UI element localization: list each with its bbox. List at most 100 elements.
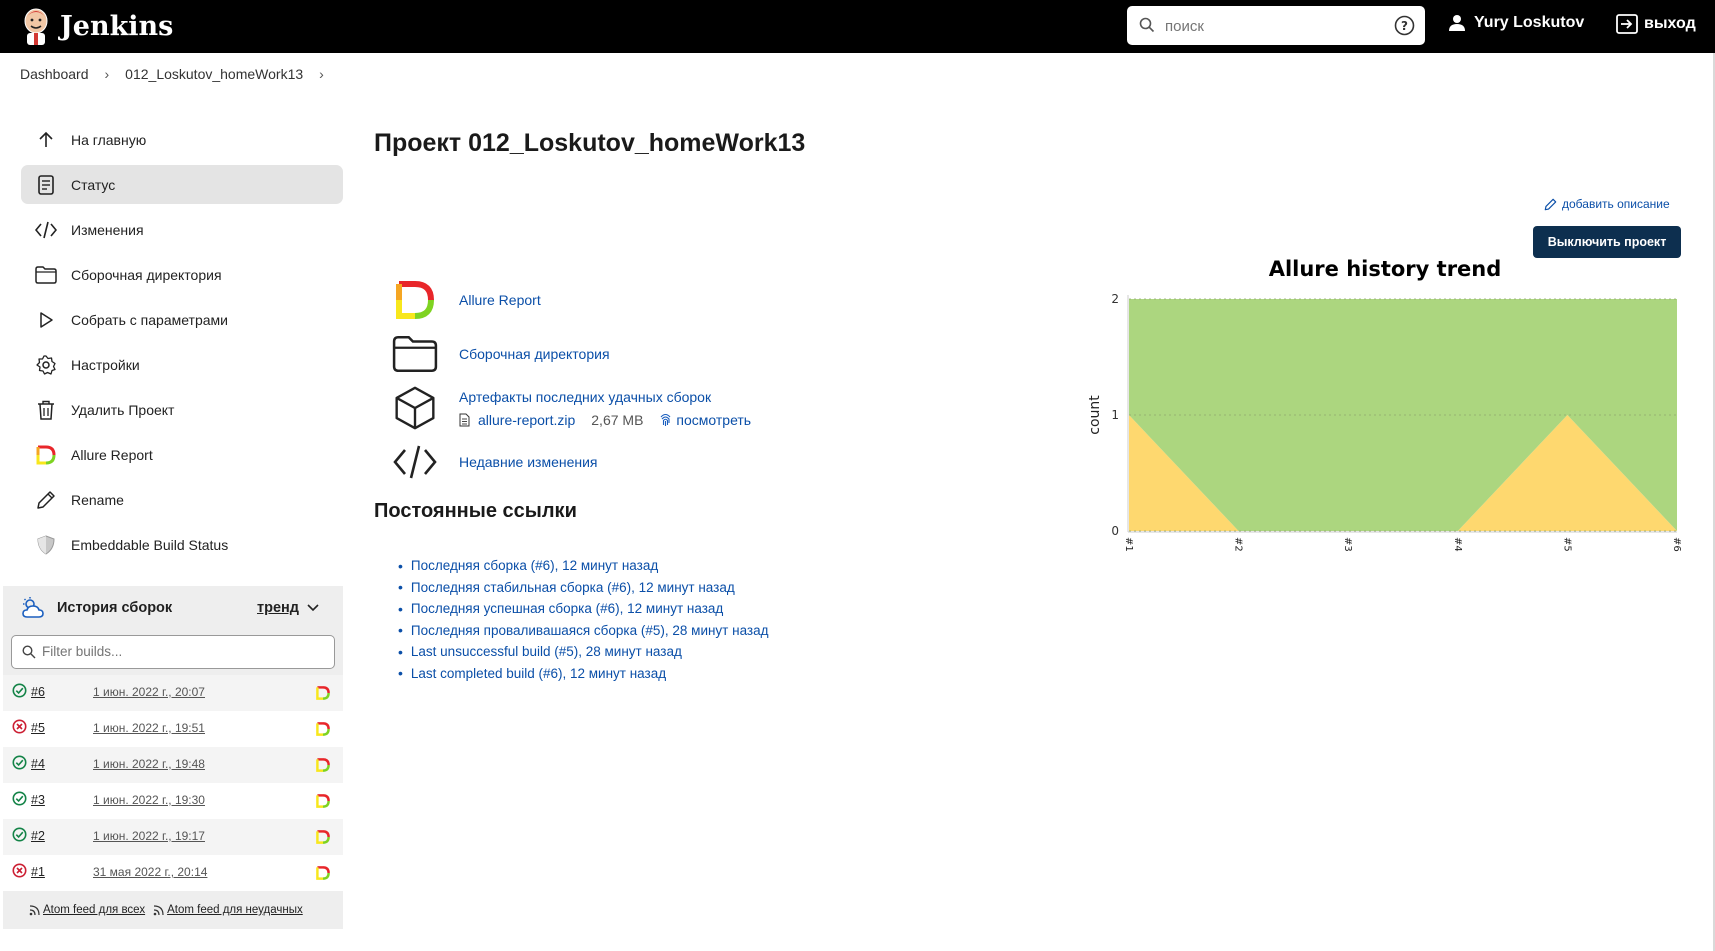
y-axis-label: count [1087, 395, 1103, 435]
build-row: #3 1 июн. 2022 г., 19:30 [3, 783, 343, 819]
permalink-last-build[interactable]: Последняя сборка (#6), 12 минут назад [411, 558, 658, 573]
failed-x-icon [12, 863, 27, 878]
build-date-link[interactable]: 1 июн. 2022 г., 19:48 [93, 757, 205, 771]
build-number-link[interactable]: #5 [31, 721, 45, 735]
sidebar-item-workspace[interactable]: Сборочная директория [21, 255, 343, 294]
allure-icon[interactable] [316, 722, 330, 736]
sidebar-item-rename[interactable]: Rename [21, 480, 343, 519]
workspace-link[interactable]: Сборочная директория [459, 346, 610, 362]
jenkins-logo[interactable]: Jenkins [20, 4, 173, 48]
header: Jenkins ? Yury Loskutov выход [0, 0, 1715, 53]
folder-icon[interactable] [390, 331, 440, 377]
sidebar-item-label: Собрать с параметрами [71, 311, 228, 328]
build-date-link[interactable]: 1 июн. 2022 г., 19:30 [93, 793, 205, 807]
sidebar-item-label: Embeddable Build Status [71, 536, 229, 553]
fingerprint-icon [660, 413, 671, 426]
sidebar-item-label: Изменения [71, 221, 144, 238]
user-name: Yury Loskutov [1474, 14, 1585, 31]
atom-feed-failed-label: Atom feed для неудачных [167, 904, 303, 916]
search-input[interactable] [1165, 14, 1385, 38]
x-tick-label: #5 [1561, 537, 1572, 552]
build-number-link[interactable]: #3 [31, 793, 45, 807]
artifact-view-link[interactable]: посмотреть [676, 409, 751, 431]
build-number-link[interactable]: #6 [31, 685, 45, 699]
permalink-last-stable[interactable]: Последняя стабильная сборка (#6), 12 мин… [411, 580, 735, 595]
sidebar-item-build-with-params[interactable]: Собрать с параметрами [21, 300, 343, 339]
trend-link[interactable]: тренд [257, 600, 319, 616]
breadcrumb-project[interactable]: 012_Loskutov_homeWork13 [125, 66, 303, 82]
logout-button[interactable]: выход [1616, 14, 1696, 34]
permalink-last-unsuccessful[interactable]: Last unsuccessful build (#5), 28 минут н… [411, 644, 682, 659]
help-icon[interactable]: ? [1394, 15, 1415, 36]
allure-report-link[interactable]: Allure Report [459, 292, 541, 308]
y-tick-label: 0 [1111, 524, 1119, 538]
build-row: #6 1 июн. 2022 г., 20:07 [3, 675, 343, 711]
success-check-icon [12, 683, 27, 698]
sidebar-item-changes[interactable]: Изменения [21, 210, 343, 249]
chevron-down-icon [307, 603, 319, 611]
build-date-link[interactable]: 1 июн. 2022 г., 19:51 [93, 721, 205, 735]
user-menu[interactable]: Yury Loskutov [1448, 14, 1584, 32]
allure-icon[interactable] [316, 830, 330, 844]
permalink-last-completed[interactable]: Last completed build (#6), 12 минут наза… [411, 666, 666, 681]
allure-icon[interactable] [316, 686, 330, 700]
sidebar-item-home[interactable]: На главную [21, 120, 343, 159]
build-date-link[interactable]: 1 июн. 2022 г., 20:07 [93, 685, 205, 699]
permalink-item: Последняя сборка (#6), 12 минут назад [398, 555, 769, 577]
build-number-link[interactable]: #1 [31, 865, 45, 879]
sidebar-item-embeddable-status[interactable]: Embeddable Build Status [21, 525, 343, 564]
build-row: #1 31 мая 2022 г., 20:14 [3, 855, 343, 891]
logout-icon [1616, 14, 1638, 34]
sidebar-item-label: На главную [71, 131, 147, 148]
add-description-link[interactable]: добавить описание [1544, 197, 1670, 211]
success-check-icon [12, 791, 27, 806]
build-history-panel: История сборок тренд #6 1 июн. 2022 г., … [3, 586, 343, 929]
artifact-file-link[interactable]: allure-report.zip [478, 409, 575, 431]
code-icon[interactable] [390, 439, 440, 485]
build-history-header: История сборок тренд [3, 586, 343, 629]
sidebar-item-label: Сборочная директория [71, 266, 222, 283]
allure-icon[interactable] [316, 794, 330, 808]
atom-feeds: Atom feed для всех Atom feed для неудачн… [3, 891, 343, 929]
permalink-last-successful[interactable]: Последняя успешная сборка (#6), 12 минут… [411, 601, 723, 616]
allure-icon[interactable] [316, 866, 330, 880]
disable-project-button[interactable]: Выключить проект [1533, 226, 1681, 258]
y-tick-label: 1 [1111, 408, 1119, 422]
permalink-last-failed[interactable]: Последняя проваливашаяся сборка (#5), 28… [411, 623, 769, 638]
sidebar-item-allure-report[interactable]: Allure Report [21, 435, 343, 474]
allure-report-row: Allure Report [390, 275, 751, 325]
project-links: Allure Report Сборочная директория Артеф… [390, 275, 751, 487]
package-box-icon [390, 385, 440, 431]
sidebar-item-delete[interactable]: Удалить Проект [21, 390, 343, 429]
sidebar-item-status[interactable]: Статус [21, 165, 343, 204]
shield-icon [35, 534, 57, 556]
artifacts-block: Артефакты последних удачных сборок allur… [459, 386, 751, 431]
search-icon [1139, 17, 1155, 33]
atom-feed-all-link[interactable]: Atom feed для всех [29, 904, 145, 916]
build-date-link[interactable]: 31 мая 2022 г., 20:14 [93, 865, 207, 879]
build-date-link[interactable]: 1 июн. 2022 г., 19:17 [93, 829, 205, 843]
jenkins-butler-icon [24, 8, 48, 45]
sidebar-item-label: Rename [71, 491, 124, 508]
page-title: Проект 012_Loskutov_homeWork13 [374, 129, 806, 157]
atom-feed-failed-link[interactable]: Atom feed для неудачных [153, 904, 303, 916]
breadcrumb-dashboard[interactable]: Dashboard [20, 66, 89, 82]
permalink-item: Последняя успешная сборка (#6), 12 минут… [398, 598, 769, 620]
allure-trend-chart[interactable]: 0 1 2 #1 #2 #3 #4 #5 #6 count [1085, 285, 1685, 565]
filter-builds-input[interactable] [42, 644, 332, 659]
build-row: #5 1 июн. 2022 г., 19:51 [3, 711, 343, 747]
recent-changes-link[interactable]: Недавние изменения [459, 454, 598, 470]
sidebar-item-settings[interactable]: Настройки [21, 345, 343, 384]
build-number-link[interactable]: #2 [31, 829, 45, 843]
chevron-right-icon[interactable]: › [105, 66, 110, 82]
weather-cloud-icon [22, 596, 44, 618]
build-number-link[interactable]: #4 [31, 757, 45, 771]
rss-icon [29, 904, 40, 915]
allure-icon[interactable] [390, 277, 440, 323]
artifacts-link[interactable]: Артефакты последних удачных сборок [459, 389, 711, 405]
chevron-right-icon[interactable]: › [319, 66, 324, 82]
add-description-label: добавить описание [1562, 197, 1670, 211]
breadcrumb: Dashboard › 012_Loskutov_homeWork13 › [20, 66, 340, 82]
filter-builds-box [11, 635, 335, 669]
allure-icon[interactable] [316, 758, 330, 772]
